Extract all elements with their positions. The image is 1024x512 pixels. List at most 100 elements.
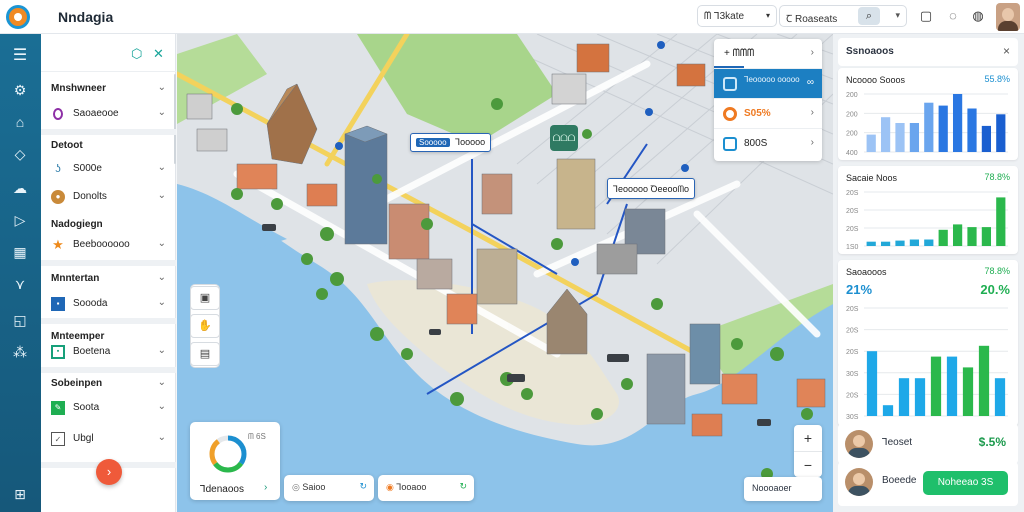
chevron-down-icon[interactable]: ⌄ xyxy=(158,82,166,93)
bar xyxy=(930,356,942,416)
hand-icon[interactable]: ✋ xyxy=(190,314,220,338)
list-item[interactable]: Boeede Noheeao 3S xyxy=(838,462,1018,506)
chart-card[interactable]: Ncoooo Sooos 55.8% 200 200 200 400 xyxy=(838,68,1018,160)
bar xyxy=(981,227,992,246)
panel-title: Ssnoaoos xyxy=(846,46,894,57)
filter-button[interactable]: ᗰ Ꞁ3kate ▾ xyxy=(697,5,777,27)
cloud-icon[interactable]: ☁ xyxy=(8,176,32,200)
home-icon[interactable]: ⌂ xyxy=(8,110,32,134)
filter-pill[interactable]: ◉ Ꞁooaoo ↻ xyxy=(378,475,474,501)
donut-chart xyxy=(209,435,247,473)
chart-value: 55.8% xyxy=(984,74,1010,84)
tick-label: 30S xyxy=(846,371,859,378)
bar xyxy=(895,123,905,152)
chevron-down-icon[interactable]: ⌄ xyxy=(158,377,166,388)
ring-icon xyxy=(53,108,63,120)
layer-row[interactable]: 800S › xyxy=(714,129,822,159)
fab-button[interactable]: › xyxy=(96,459,122,485)
link-icon: ∞ xyxy=(806,77,814,88)
close-icon[interactable]: × xyxy=(1003,44,1010,58)
network-icon[interactable]: ⁂ xyxy=(8,340,32,364)
callout-text: Ꞁeooooo Ꝺeeooᗰo xyxy=(613,184,690,194)
tick-label: 400 xyxy=(846,150,858,157)
layer-row-active[interactable]: Ꞁeooooo ooooo ∞ xyxy=(714,69,822,99)
list-item[interactable]: ✎ Soota ⌄ xyxy=(41,395,176,421)
avatar xyxy=(845,468,873,496)
list-item[interactable]: ▪ Boetena ⌄ xyxy=(41,339,176,365)
chart-icon[interactable]: ▦ xyxy=(8,240,32,264)
chevron-down-icon[interactable]: ⌄ xyxy=(158,238,166,249)
map-callout[interactable]: Sooooo Ꞁooooo xyxy=(410,133,492,152)
search-icon[interactable]: ⌕ xyxy=(858,7,880,25)
keyboard-icon[interactable]: ▤ xyxy=(190,342,220,366)
list-item[interactable]: ★ Beeboooooo ⌄ xyxy=(41,232,176,258)
bar xyxy=(914,378,926,416)
chevron-down-icon[interactable]: ▾ xyxy=(895,10,900,21)
list-item-label: Donolts xyxy=(73,191,107,202)
chat-icon[interactable]: ◌ xyxy=(944,7,962,25)
star-icon: ★ xyxy=(52,237,64,252)
top-bar: Nndagia ᗰ Ꞁ3kate ▾ Ꞇ Roaseats ⌕ ▾ ▢ ◌ ◍ xyxy=(0,0,1024,34)
list-item[interactable]: Saoaeooe ⌄ xyxy=(41,101,176,127)
bar xyxy=(909,239,920,246)
list-item[interactable]: ● Donolts ⌄ xyxy=(41,184,176,210)
tick-label: 200 xyxy=(846,92,858,99)
bookmark-icon[interactable]: ▢ xyxy=(917,7,935,25)
layer-row[interactable]: + ᗰᗰᗰ › xyxy=(714,39,822,69)
layers-icon[interactable]: ▣ xyxy=(190,286,220,310)
chevron-down-icon[interactable]: ⌄ xyxy=(158,401,166,412)
map-view[interactable]: Sooooo Ꞁooooo Ꞁeooooo Ꝺeeooᗰo ᗝᗝᗝ ▣ ✋ ▤ … xyxy=(177,34,833,512)
chevron-down-icon[interactable]: ⌄ xyxy=(158,345,166,356)
map-marker[interactable]: ᗝᗝᗝ xyxy=(550,125,578,151)
check-circle-icon[interactable]: ◍ xyxy=(969,7,987,25)
chart-value: 78.8% xyxy=(984,266,1010,276)
app-logo[interactable] xyxy=(6,5,30,29)
section-header[interactable]: Mnshwneer ⌄ xyxy=(41,76,176,102)
arrow-right-icon[interactable]: › xyxy=(264,482,267,493)
chevron-down-icon[interactable]: ⌄ xyxy=(158,432,166,443)
refresh-icon: ↻ xyxy=(459,481,467,491)
route-icon[interactable]: ⋎ xyxy=(8,272,32,296)
menu-icon[interactable]: ☰ xyxy=(8,44,32,68)
tick-label: 20S xyxy=(846,208,859,215)
layer-row[interactable]: S05% › xyxy=(714,99,822,129)
hexagon-icon[interactable]: ⬡ xyxy=(131,46,142,62)
chevron-down-icon[interactable]: ⌄ xyxy=(158,272,166,283)
scale-indicator[interactable]: Noooaoer xyxy=(744,477,822,501)
filter-pill[interactable]: ◎ Saioo ↻ xyxy=(284,475,374,501)
person-name: Boeede xyxy=(882,475,917,486)
list-item-label: S000e xyxy=(73,163,102,174)
person-name: Ꞁeoset xyxy=(882,437,913,448)
chevron-down-icon[interactable]: ⌄ xyxy=(158,190,166,201)
chevron-down-icon[interactable]: ⌄ xyxy=(158,162,166,173)
coin-icon: ● xyxy=(51,190,65,204)
cta-button[interactable]: Noheeao 3S xyxy=(923,471,1008,495)
chart-card[interactable]: Sacaie Noos 78.8% 20S 20S 20S 1S0 xyxy=(838,166,1018,254)
chevron-down-icon[interactable]: ⌄ xyxy=(158,297,166,308)
list-item[interactable]: ʖ S000e ⌄ xyxy=(41,156,176,182)
tag-icon[interactable]: ◇ xyxy=(8,142,32,166)
zoom-out-button[interactable]: − xyxy=(794,451,822,477)
tick-label: 20S xyxy=(846,349,859,356)
chart-card[interactable]: Saoaooos 78.8% 21% 20.% 20S 20S 20S 30S 20S 3… xyxy=(838,260,1018,426)
zoom-in-button[interactable]: + xyxy=(794,425,822,451)
list-item[interactable]: Ꞁeoset $.5% xyxy=(838,424,1018,464)
cta-label: Noheeao 3S xyxy=(937,477,994,488)
chevron-down-icon[interactable]: ⌄ xyxy=(158,107,166,118)
grid-icon[interactable]: ⊞ xyxy=(8,482,32,506)
export-icon[interactable]: ◱ xyxy=(8,308,32,332)
collapse-icon[interactable]: ✕ xyxy=(153,46,164,62)
folder-icon[interactable]: ▷ xyxy=(8,208,32,232)
donut-card[interactable]: ᗰ 6S Ꞁdenaoos › xyxy=(190,422,280,500)
section-header[interactable]: Mnntertan ⌄ xyxy=(41,266,176,292)
map-callout[interactable]: Ꞁeooooo Ꝺeeooᗰo xyxy=(607,178,696,199)
list-item[interactable]: ✓ Ubgl ⌄ xyxy=(41,426,176,452)
settings-icon[interactable]: ⚙ xyxy=(8,78,32,102)
section-header[interactable]: Sobeinpen ⌄ xyxy=(41,371,176,397)
list-item[interactable]: ▪ Soooda ⌄ xyxy=(41,291,176,317)
refresh-icon: ↻ xyxy=(359,481,367,491)
avatar[interactable] xyxy=(996,3,1020,31)
active-underline xyxy=(714,66,744,68)
chevron-right-icon: › xyxy=(810,47,814,58)
search-input[interactable]: Ꞇ Roaseats ⌕ ▾ xyxy=(779,5,907,27)
